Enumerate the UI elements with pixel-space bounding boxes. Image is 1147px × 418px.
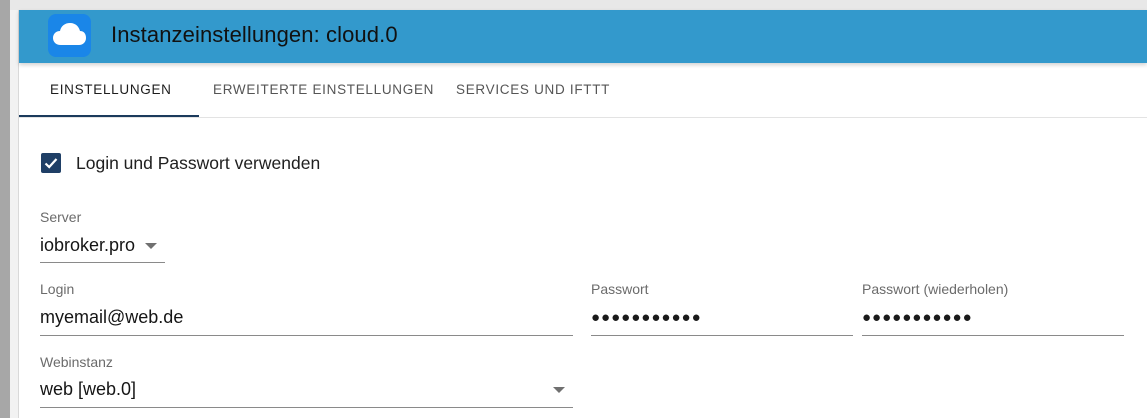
login-value: myemail@web.de — [40, 307, 184, 327]
server-underline — [40, 262, 165, 263]
password-repeat-value: ●●●●●●●●●●● — [862, 309, 973, 326]
use-login-checkbox[interactable] — [41, 153, 61, 173]
dialog-header: Instanzeinstellungen: cloud.0 — [19, 10, 1147, 63]
window-left-edge — [0, 0, 10, 418]
settings-panel: Instanzeinstellungen: cloud.0 EINSTELLUN… — [19, 10, 1147, 418]
use-login-label: Login und Passwort verwenden — [76, 153, 321, 173]
tab-erweiterte-einstellungen[interactable]: ERWEITERTE EINSTELLUNGEN — [213, 63, 434, 117]
login-underline — [40, 335, 573, 336]
login-label: Login — [40, 281, 75, 297]
checkmark-icon — [44, 158, 58, 169]
page-title: Instanzeinstellungen: cloud.0 — [111, 22, 398, 47]
password-value: ●●●●●●●●●●● — [591, 309, 702, 326]
tab-services-und-ifttt[interactable]: SERVICES UND IFTTT — [456, 63, 610, 117]
chevron-down-icon — [553, 387, 565, 393]
webinstance-value: web [web.0] — [40, 379, 137, 399]
webinstance-underline — [40, 407, 573, 408]
server-value: iobroker.pro — [40, 235, 136, 255]
active-tab-indicator — [19, 115, 199, 117]
password-underline — [591, 335, 853, 336]
cloud-icon — [48, 14, 91, 57]
password-repeat-underline — [862, 335, 1124, 336]
window-border — [10, 0, 19, 418]
password-label: Passwort — [591, 281, 649, 297]
server-label: Server — [40, 209, 82, 225]
webinstance-label: Webinstanz — [40, 354, 113, 370]
tab-einstellungen[interactable]: EINSTELLUNGEN — [50, 63, 172, 117]
tab-bar: EINSTELLUNGEN ERWEITERTE EINSTELLUNGEN S… — [19, 63, 1147, 118]
password-repeat-label: Passwort (wiederholen) — [862, 281, 1009, 297]
window-top-strip — [10, 0, 1147, 10]
chevron-down-icon — [145, 243, 157, 249]
